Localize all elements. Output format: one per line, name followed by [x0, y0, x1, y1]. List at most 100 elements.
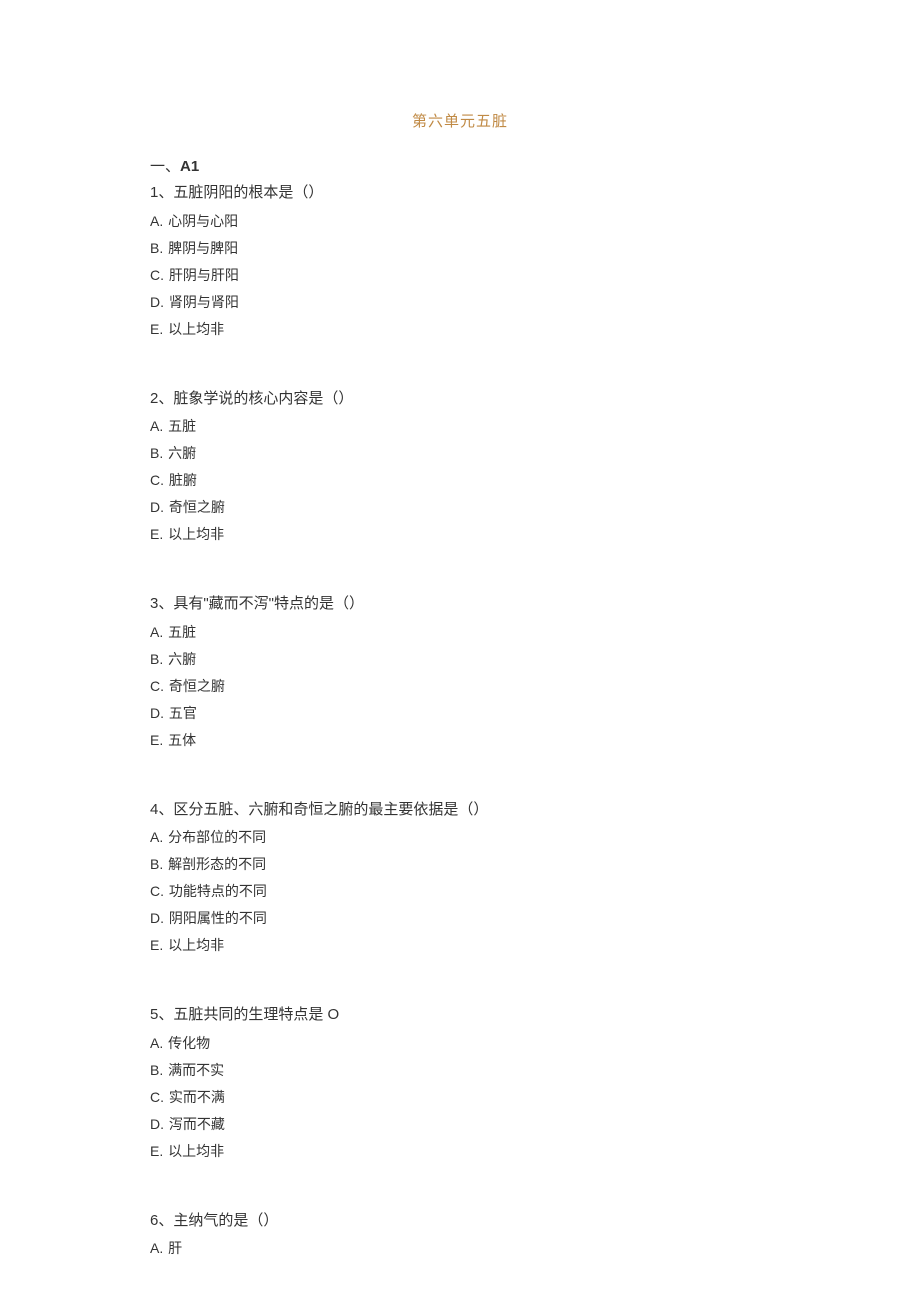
- question-stem: 1、五脏阴阳的根本是（）: [150, 182, 770, 205]
- option-letter: A.: [150, 1240, 163, 1256]
- question-option: D. 肾阴与肾阳: [150, 292, 770, 313]
- section-header: 一、A1: [150, 155, 770, 176]
- question-block: 4、区分五脏、六腑和奇恒之腑的最主要依据是（）A. 分布部位的不同B. 解剖形态…: [150, 799, 770, 957]
- option-text: 心阴与心阳: [164, 213, 238, 229]
- question-option: E. 以上均非: [150, 1141, 770, 1162]
- option-text: 以上均非: [164, 937, 224, 953]
- option-text: 功能特点的不同: [165, 883, 267, 899]
- question-option: B. 六腑: [150, 649, 770, 670]
- question-option: C. 脏腑: [150, 470, 770, 491]
- question-text: 、具有"藏而不泻"特点的是（）: [158, 595, 364, 612]
- option-letter: B.: [150, 240, 163, 256]
- option-letter: E.: [150, 732, 163, 748]
- option-text: 肝阴与肝阳: [165, 267, 239, 283]
- question-stem: 6、主纳气的是（）: [150, 1210, 770, 1233]
- question-stem: 4、区分五脏、六腑和奇恒之腑的最主要依据是（）: [150, 799, 770, 822]
- option-letter: A.: [150, 829, 163, 845]
- option-letter: D.: [150, 294, 164, 310]
- option-letter: B.: [150, 856, 163, 872]
- question-text: 、五脏共同的生理特点是 O: [158, 1006, 339, 1023]
- option-letter: D.: [150, 1116, 164, 1132]
- option-letter: E.: [150, 526, 163, 542]
- question-option: B. 解剖形态的不同: [150, 854, 770, 875]
- question-option: A. 传化物: [150, 1033, 770, 1054]
- option-letter: C.: [150, 267, 164, 283]
- option-text: 分布部位的不同: [164, 829, 266, 845]
- option-text: 五体: [164, 732, 196, 748]
- question-option: D. 五官: [150, 703, 770, 724]
- section-prefix: 一、: [150, 158, 180, 175]
- question-block: 2、脏象学说的核心内容是（）A. 五脏B. 六腑C. 脏腑D. 奇恒之腑E. 以…: [150, 388, 770, 546]
- option-text: 满而不实: [164, 1062, 224, 1078]
- option-text: 奇恒之腑: [165, 499, 225, 515]
- option-text: 肾阴与肾阳: [165, 294, 239, 310]
- question-list: 1、五脏阴阳的根本是（）A. 心阴与心阳B. 脾阴与脾阳C. 肝阴与肝阳D. 肾…: [150, 182, 770, 1259]
- question-stem: 5、五脏共同的生理特点是 O: [150, 1004, 770, 1027]
- question-option: B. 满而不实: [150, 1060, 770, 1081]
- option-letter: E.: [150, 1143, 163, 1159]
- option-text: 以上均非: [164, 1143, 224, 1159]
- option-letter: A.: [150, 213, 163, 229]
- option-letter: B.: [150, 651, 163, 667]
- option-text: 脏腑: [165, 472, 197, 488]
- question-option: D. 奇恒之腑: [150, 497, 770, 518]
- option-text: 以上均非: [164, 526, 224, 542]
- option-text: 以上均非: [164, 321, 224, 337]
- question-text: 、五脏阴阳的根本是（）: [158, 184, 323, 201]
- question-option: D. 泻而不藏: [150, 1114, 770, 1135]
- option-text: 脾阴与脾阳: [164, 240, 238, 256]
- option-text: 五脏: [164, 624, 196, 640]
- option-text: 实而不满: [165, 1089, 225, 1105]
- option-letter: C.: [150, 678, 164, 694]
- question-option: E. 以上均非: [150, 319, 770, 340]
- option-letter: E.: [150, 321, 163, 337]
- question-option: D. 阴阳属性的不同: [150, 908, 770, 929]
- question-option: E. 五体: [150, 730, 770, 751]
- option-letter: A.: [150, 418, 163, 434]
- question-option: B. 脾阴与脾阳: [150, 238, 770, 259]
- option-text: 肝: [164, 1240, 182, 1256]
- option-text: 传化物: [164, 1035, 210, 1051]
- question-option: A. 心阴与心阳: [150, 211, 770, 232]
- question-option: C. 奇恒之腑: [150, 676, 770, 697]
- question-stem: 2、脏象学说的核心内容是（）: [150, 388, 770, 411]
- option-letter: C.: [150, 1089, 164, 1105]
- question-option: A. 分布部位的不同: [150, 827, 770, 848]
- question-block: 6、主纳气的是（） A. 肝: [150, 1210, 770, 1260]
- question-option: E. 以上均非: [150, 524, 770, 545]
- option-letter: C.: [150, 472, 164, 488]
- question-option: A. 五脏: [150, 622, 770, 643]
- option-letter: E.: [150, 937, 163, 953]
- question-block: 1、五脏阴阳的根本是（）A. 心阴与心阳B. 脾阴与脾阳C. 肝阴与肝阳D. 肾…: [150, 182, 770, 340]
- question-text: 、主纳气的是（）: [158, 1212, 278, 1229]
- document-title: 第六单元五脏: [150, 110, 770, 131]
- option-text: 六腑: [164, 651, 196, 667]
- option-text: 六腑: [164, 445, 196, 461]
- option-letter: A.: [150, 624, 163, 640]
- question-option: A. 五脏: [150, 416, 770, 437]
- question-block: 5、五脏共同的生理特点是 OA. 传化物B. 满而不实C. 实而不满D. 泻而不…: [150, 1004, 770, 1162]
- question-option: C. 实而不满: [150, 1087, 770, 1108]
- question-option: A. 肝: [150, 1238, 770, 1259]
- question-text: 、区分五脏、六腑和奇恒之腑的最主要依据是（）: [158, 801, 488, 818]
- option-letter: B.: [150, 445, 163, 461]
- option-letter: B.: [150, 1062, 163, 1078]
- option-letter: D.: [150, 910, 164, 926]
- question-text: 、脏象学说的核心内容是（）: [158, 390, 353, 407]
- option-text: 奇恒之腑: [165, 678, 225, 694]
- section-type: A1: [180, 158, 199, 175]
- option-letter: C.: [150, 883, 164, 899]
- option-text: 五脏: [164, 418, 196, 434]
- option-text: 解剖形态的不同: [164, 856, 266, 872]
- question-option: B. 六腑: [150, 443, 770, 464]
- option-letter: D.: [150, 705, 164, 721]
- option-letter: A.: [150, 1035, 163, 1051]
- option-letter: D.: [150, 499, 164, 515]
- option-text: 五官: [165, 705, 197, 721]
- question-block: 3、具有"藏而不泻"特点的是（）A. 五脏B. 六腑C. 奇恒之腑D. 五官E.…: [150, 593, 770, 751]
- question-option: C. 肝阴与肝阳: [150, 265, 770, 286]
- question-option: C. 功能特点的不同: [150, 881, 770, 902]
- option-text: 泻而不藏: [165, 1116, 225, 1132]
- question-stem: 3、具有"藏而不泻"特点的是（）: [150, 593, 770, 616]
- question-option: E. 以上均非: [150, 935, 770, 956]
